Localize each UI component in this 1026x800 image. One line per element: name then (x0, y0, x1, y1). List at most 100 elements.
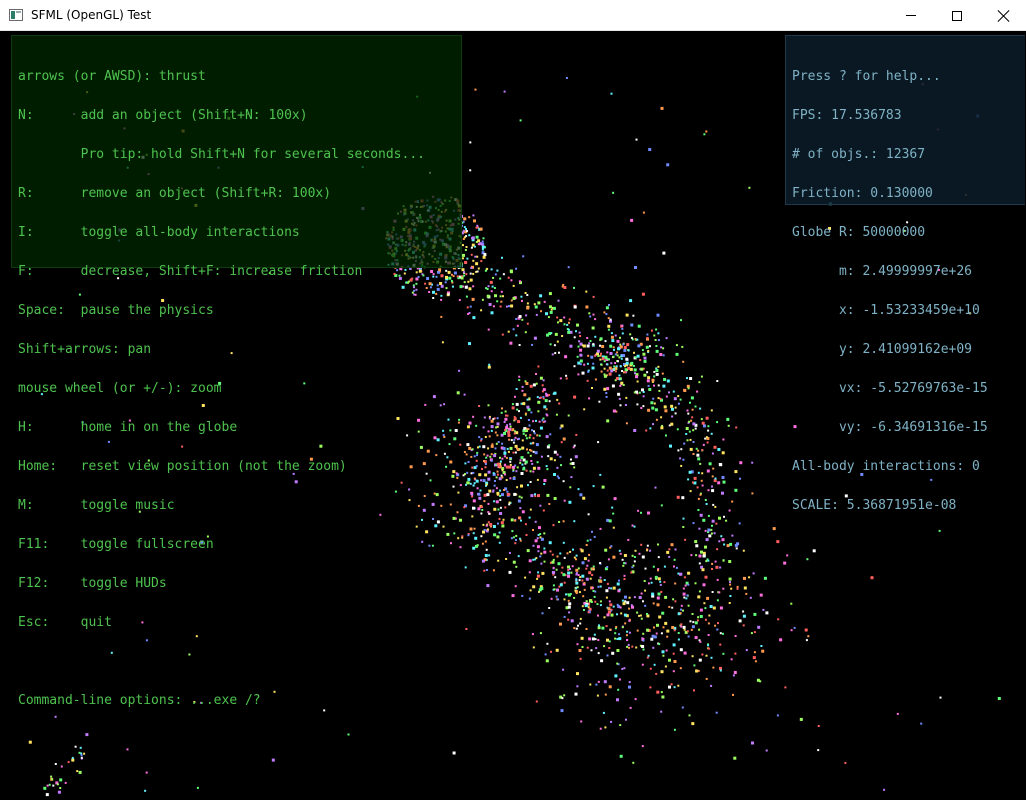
particle (609, 603, 613, 607)
particle (521, 385, 524, 388)
particle (673, 565, 675, 568)
particle (625, 357, 629, 361)
particle (508, 570, 512, 574)
particle (725, 519, 728, 522)
particle (505, 426, 509, 430)
particle (633, 429, 637, 432)
particle (637, 324, 641, 328)
particle (567, 568, 570, 571)
particle (462, 244, 464, 247)
particle (505, 414, 507, 417)
particle (608, 640, 611, 643)
particle (471, 237, 473, 240)
particle (680, 604, 683, 607)
simulation-viewport[interactable]: arrows (or AWSD): thrust N: add an objec… (1, 31, 1025, 799)
particle (505, 456, 508, 459)
particle (699, 513, 703, 517)
particle (526, 398, 529, 401)
particle (534, 493, 536, 496)
particle (619, 754, 623, 758)
particle (599, 727, 602, 730)
particle (642, 395, 645, 398)
particle (630, 604, 633, 607)
title-bar[interactable]: SFML (OpenGL) Test (0, 0, 1026, 31)
maximize-button[interactable] (934, 0, 980, 31)
particle (537, 400, 541, 404)
particle (480, 479, 482, 482)
particle (477, 492, 481, 496)
particle (577, 373, 580, 376)
particle (563, 581, 566, 584)
particle (668, 685, 671, 689)
particle (753, 631, 756, 634)
particle (532, 544, 535, 547)
particle (512, 451, 515, 454)
particle (665, 434, 667, 437)
particle (692, 621, 695, 624)
particle (59, 787, 62, 789)
particle (591, 366, 595, 370)
particle (742, 610, 745, 613)
particle (481, 243, 484, 246)
particle (718, 516, 721, 520)
help-line: Home: reset view position (not the zoom) (18, 459, 347, 474)
particle (525, 382, 529, 385)
particle (478, 496, 482, 500)
particle (561, 697, 564, 700)
particle (568, 318, 571, 321)
particle (471, 448, 474, 451)
friction-readout: Friction: 0.130000 (792, 186, 933, 201)
particle (490, 444, 494, 448)
particle (543, 479, 547, 482)
particle (707, 429, 710, 432)
particle (552, 571, 556, 574)
particle (680, 319, 682, 322)
particle (542, 396, 545, 398)
particle (508, 503, 511, 506)
close-button[interactable] (980, 0, 1026, 31)
particle (665, 337, 668, 340)
particle (757, 625, 761, 629)
particle (549, 433, 552, 436)
particle (632, 364, 635, 367)
minimize-button[interactable] (888, 0, 934, 31)
particle (57, 790, 61, 794)
particle (623, 613, 627, 617)
particle (711, 568, 713, 570)
particle (477, 239, 481, 243)
particle (672, 598, 675, 601)
particle (476, 270, 479, 273)
particle (652, 565, 655, 568)
particle (595, 647, 598, 650)
particle (651, 378, 655, 382)
particle (633, 556, 636, 558)
particle (532, 437, 535, 440)
particle (748, 576, 751, 579)
particle (621, 327, 624, 330)
particle (560, 424, 564, 428)
particle (615, 626, 618, 628)
particle (628, 646, 630, 649)
particle (499, 277, 502, 280)
particle (548, 400, 551, 403)
particle (528, 571, 531, 574)
particle (521, 389, 524, 392)
particle (586, 362, 589, 365)
particle (475, 479, 479, 483)
particle (612, 409, 616, 413)
particle (619, 552, 622, 555)
particle (650, 581, 653, 584)
particle (483, 493, 487, 497)
particle (484, 473, 488, 477)
particle (657, 556, 660, 559)
particle (461, 268, 465, 272)
particle (707, 559, 710, 562)
particle (674, 548, 677, 551)
particle (578, 591, 581, 594)
particle (520, 456, 524, 460)
particle (719, 666, 722, 670)
particle (707, 647, 710, 650)
particle (700, 375, 703, 378)
particle (475, 235, 479, 239)
particle (704, 618, 707, 621)
